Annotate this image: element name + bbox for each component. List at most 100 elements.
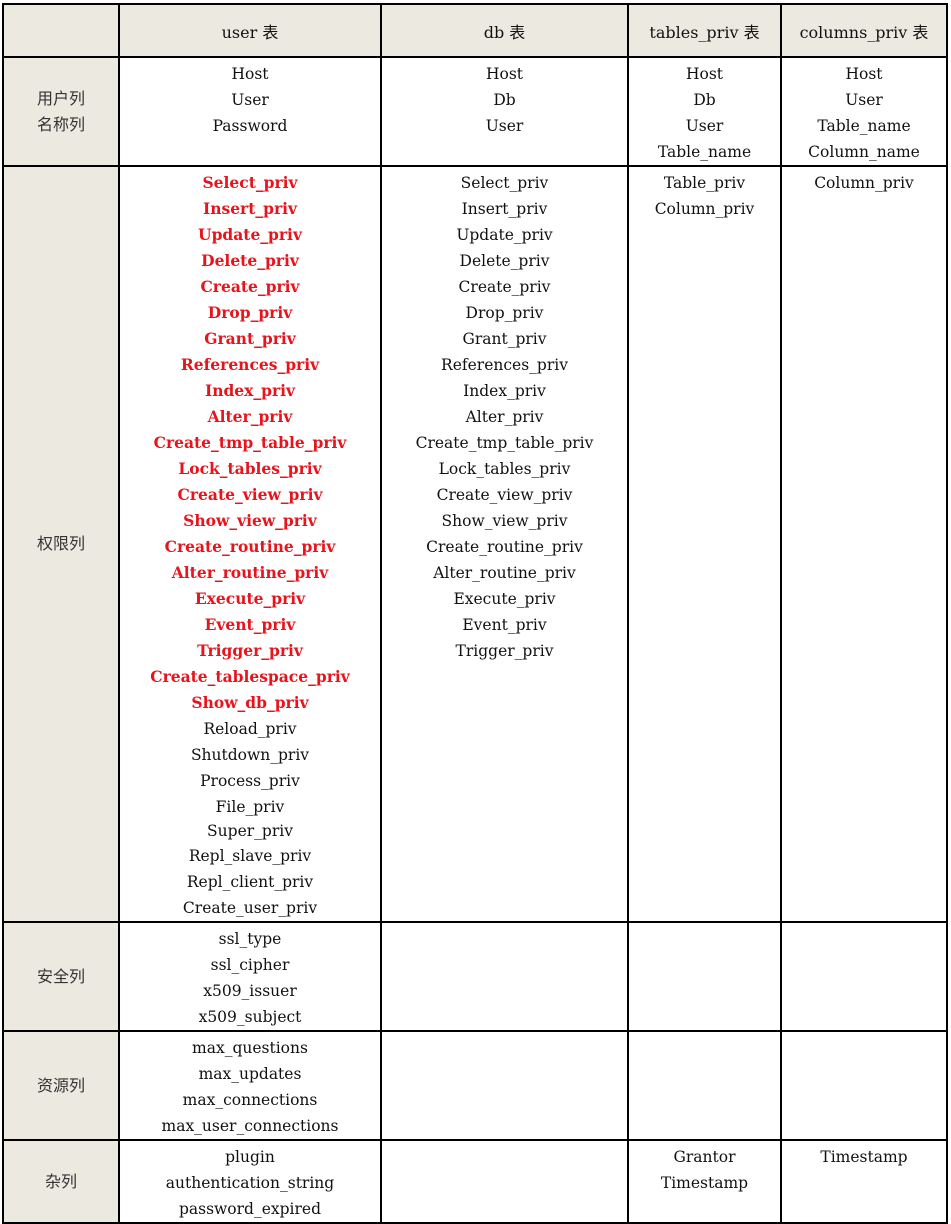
- field-name: Delete_priv: [459, 252, 550, 270]
- cell-user: Host User Password: [118, 56, 382, 167]
- field-name-highlighted: Alter_priv: [207, 407, 293, 426]
- field-name: Table_name: [817, 117, 911, 135]
- cell-db: [380, 921, 629, 1032]
- field-name: Create_view_priv: [436, 486, 573, 504]
- field-name-highlighted: Execute_priv: [194, 589, 306, 608]
- field-name: Timestamp: [660, 1174, 749, 1192]
- cell-user: Select_priv Insert_priv Update_priv Delete_…: [118, 165, 382, 923]
- field-name-highlighted: Index_priv: [204, 381, 296, 400]
- field-name: Create_user_priv: [182, 899, 318, 917]
- mysql-privilege-tables-comparison: user 表 db 表 tables_priv 表 columns_priv 表…: [2, 3, 948, 1224]
- field-name: Lock_tables_priv: [438, 460, 571, 478]
- row-label: 用户列 名称列: [2, 56, 120, 167]
- field-name-highlighted: Alter_routine_priv: [171, 563, 329, 582]
- field-name: Alter_routine_priv: [433, 564, 576, 582]
- row-label: 权限列: [2, 165, 120, 923]
- field-name: max_questions: [192, 1039, 308, 1057]
- field-name: User: [485, 117, 524, 135]
- cell-columns-priv: [780, 921, 948, 1032]
- cell-user: max_questions max_updates max_connections m…: [118, 1030, 382, 1141]
- field-name: Host: [485, 65, 524, 83]
- field-name: ssl_cipher: [210, 956, 290, 974]
- field-name: User: [845, 91, 883, 109]
- field-name: plugin: [225, 1148, 275, 1166]
- field-name: Execute_priv: [453, 590, 556, 608]
- row-label-line: 名称列: [36, 114, 85, 134]
- field-name: User: [685, 117, 724, 135]
- row-misc-columns: 杂列 plugin authentication_string password_ex…: [2, 1139, 948, 1224]
- row-label: 资源列: [2, 1030, 120, 1141]
- row-label-line: 安全列: [36, 966, 85, 986]
- field-name: References_priv: [441, 356, 568, 374]
- field-name: Process_priv: [200, 772, 300, 790]
- header-tables-priv-table: tables_priv 表: [627, 3, 782, 58]
- field-name: Drop_priv: [465, 304, 544, 322]
- field-name-highlighted: Trigger_priv: [197, 641, 303, 660]
- field-name: max_updates: [198, 1065, 302, 1083]
- field-name-highlighted: Event_priv: [204, 615, 296, 634]
- header-row: user 表 db 表 tables_priv 表 columns_priv 表: [2, 3, 948, 58]
- field-name-highlighted: Grant_priv: [204, 329, 296, 348]
- field-name-highlighted: Delete_priv: [201, 251, 299, 270]
- field-name: User: [231, 91, 269, 109]
- corner-cell: [2, 3, 120, 58]
- field-name: Host: [845, 65, 883, 83]
- row-user-name-columns: 用户列 名称列 Host User Password Host Db User Host Db Us…: [2, 56, 948, 167]
- field-name: Repl_client_priv: [186, 873, 314, 891]
- field-name: Column_priv: [814, 174, 914, 192]
- field-name: Shutdown_priv: [190, 746, 310, 764]
- field-name: Event_priv: [462, 616, 547, 634]
- header-db-table: db 表: [380, 3, 629, 58]
- field-name: Insert_priv: [461, 200, 548, 218]
- field-name: Trigger_priv: [455, 642, 554, 660]
- header-user-table: user 表: [118, 3, 382, 58]
- field-name: Table_priv: [663, 174, 746, 192]
- field-name: Db: [693, 91, 716, 109]
- field-name-highlighted: Create_tmp_table_priv: [153, 433, 347, 452]
- cell-columns-priv: Column_priv: [780, 165, 948, 923]
- field-name: Host: [685, 65, 724, 83]
- field-name: Create_priv: [458, 278, 551, 296]
- cell-db: Select_priv Insert_priv Update_priv Delete_…: [380, 165, 629, 923]
- field-name: Column_name: [808, 143, 920, 161]
- field-name-highlighted: Create_view_priv: [177, 485, 323, 504]
- row-label: 安全列: [2, 921, 120, 1032]
- field-name: max_user_connections: [161, 1117, 339, 1135]
- field-name-highlighted: Select_priv: [202, 173, 298, 192]
- row-privilege-columns: 权限列 Select_priv Insert_priv Update_priv Dele…: [2, 165, 948, 923]
- cell-tables-priv: Table_priv Column_priv: [627, 165, 782, 923]
- field-name-highlighted: Lock_tables_priv: [178, 459, 322, 478]
- row-resource-columns: 资源列 max_questions max_updates max_connectio…: [2, 1030, 948, 1141]
- field-name: Repl_slave_priv: [188, 847, 312, 865]
- field-name: Show_view_priv: [441, 512, 568, 530]
- row-security-columns: 安全列 ssl_type ssl_cipher x509_issuer x509_sub…: [2, 921, 948, 1032]
- cell-tables-priv: Host Db User Table_name: [627, 56, 782, 167]
- field-name: x509_issuer: [203, 982, 297, 1000]
- field-name: Password: [212, 117, 288, 135]
- field-name-highlighted: Update_priv: [198, 225, 302, 244]
- field-name: Timestamp: [820, 1148, 908, 1166]
- cell-columns-priv: [780, 1030, 948, 1141]
- cell-tables-priv: Grantor Timestamp: [627, 1139, 782, 1224]
- row-label: 杂列: [2, 1139, 120, 1224]
- field-name: Super_priv: [207, 822, 293, 840]
- cell-tables-priv: [627, 921, 782, 1032]
- row-label-line: 资源列: [36, 1075, 85, 1095]
- field-name-highlighted: Show_view_priv: [183, 511, 317, 530]
- field-name: Grantor: [673, 1148, 736, 1166]
- field-name: x509_subject: [198, 1008, 302, 1026]
- row-label-line: 权限列: [36, 534, 85, 553]
- field-name-highlighted: Drop_priv: [207, 303, 293, 322]
- field-name-highlighted: Show_db_priv: [191, 693, 309, 712]
- field-name: Update_priv: [456, 226, 553, 244]
- cell-columns-priv: Timestamp: [780, 1139, 948, 1224]
- header-columns-priv-table: columns_priv 表: [780, 3, 948, 58]
- field-name: ssl_type: [218, 930, 282, 948]
- row-label-line: 用户列: [36, 88, 85, 108]
- field-name: File_priv: [215, 798, 285, 816]
- field-name-highlighted: References_priv: [180, 355, 320, 374]
- cell-columns-priv: Host User Table_name Column_name: [780, 56, 948, 167]
- field-name: Table_name: [657, 143, 752, 161]
- field-name-highlighted: Create_tablespace_priv: [150, 667, 350, 686]
- field-name: Grant_priv: [462, 330, 547, 348]
